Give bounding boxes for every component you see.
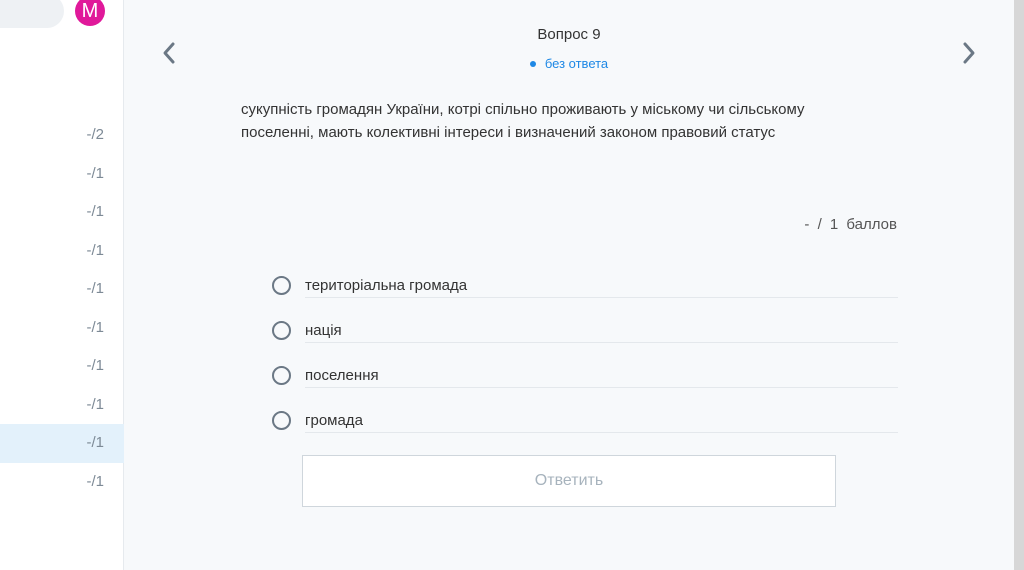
option-divider (305, 387, 898, 388)
question-score-item-active[interactable]: -/1 (0, 424, 124, 463)
question-panel: Вопрос 9 без ответа сукупність громадян … (124, 0, 1014, 570)
radio-button[interactable] (272, 411, 291, 430)
question-score-item[interactable]: -/1 (0, 155, 124, 194)
question-score-item[interactable]: -/1 (0, 270, 124, 309)
answer-options: територіальна громада нація поселення гр… (272, 272, 898, 452)
option-divider (305, 342, 898, 343)
answer-option-label: поселення (305, 367, 379, 384)
radio-button[interactable] (272, 321, 291, 340)
question-score-item[interactable]: -/1 (0, 386, 124, 425)
status-dot-icon (529, 60, 536, 67)
question-score-item[interactable]: -/1 (0, 463, 124, 502)
next-question-button[interactable] (954, 38, 984, 68)
question-score-item[interactable]: -/1 (0, 347, 124, 386)
radio-button[interactable] (272, 366, 291, 385)
avatar[interactable]: M (75, 0, 105, 26)
option-divider (305, 297, 898, 298)
answer-option[interactable]: поселення (272, 362, 898, 407)
answer-status: без ответа (124, 56, 1014, 71)
question-text: сукупність громадян України, котрі спіль… (241, 101, 805, 141)
question-score-item[interactable]: -/1 (0, 193, 124, 232)
question-points: - / 1 баллов (804, 216, 897, 233)
answer-option[interactable]: громада (272, 407, 898, 452)
answer-option[interactable]: нація (272, 317, 898, 362)
chevron-right-icon (963, 42, 975, 64)
question-title: Вопрос 9 (537, 26, 601, 43)
answer-status-label: без ответа (544, 56, 609, 71)
submit-answer-button[interactable]: Ответить (302, 455, 836, 507)
user-menu[interactable]: ек (0, 0, 64, 28)
answer-option-label: громада (305, 412, 363, 429)
option-divider (305, 432, 898, 433)
question-score-item[interactable]: -/1 (0, 232, 124, 271)
question-score-item[interactable]: -/1 (0, 309, 124, 348)
question-score-list: -/2 -/1 -/1 -/1 -/1 -/1 -/1 -/1 -/1 -/1 (0, 116, 124, 501)
radio-button[interactable] (272, 276, 291, 295)
sidebar: ек M -/2 -/1 -/1 -/1 -/1 -/1 -/1 -/1 -/1… (0, 0, 124, 570)
answer-option-label: нація (305, 322, 342, 339)
answer-option[interactable]: територіальна громада (272, 272, 898, 317)
question-score-item[interactable]: -/2 (0, 116, 124, 155)
answer-option-label: територіальна громада (305, 277, 468, 294)
window-edge (1014, 0, 1024, 570)
